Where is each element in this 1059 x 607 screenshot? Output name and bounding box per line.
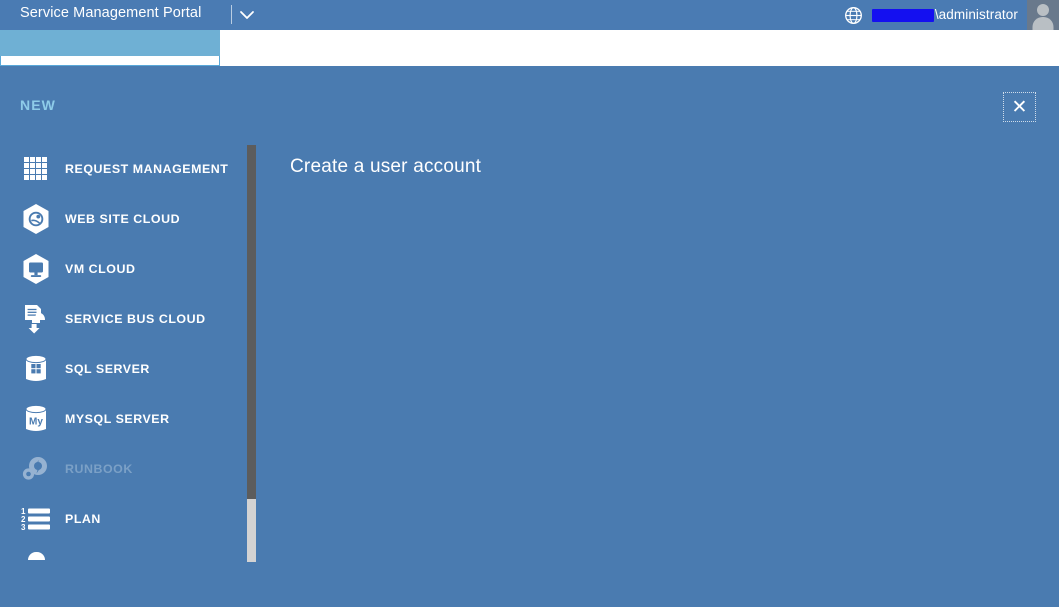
sql-server-icon [19, 352, 53, 386]
tab-strip [0, 30, 1059, 66]
service-bus-cloud-icon [19, 302, 53, 336]
sidebar-item-vm-cloud[interactable]: VM CLOUD [0, 244, 248, 294]
sidebar-item-plan[interactable]: 123 PLAN [0, 494, 248, 541]
sidebar-item-label: SERVICE BUS CLOUD [65, 312, 206, 326]
svg-text:My: My [29, 417, 43, 428]
sidebar-item-label: WEB SITE CLOUD [65, 212, 181, 226]
sidebar-item-sql-server[interactable]: SQL SERVER [0, 344, 248, 394]
sidebar-item-label: VM CLOUD [65, 262, 136, 276]
sidebar-item-partial-icon [28, 552, 45, 560]
avatar-head [1037, 4, 1049, 16]
topbar-right-group: \administrator [844, 0, 1059, 30]
close-icon: ✕ [1011, 96, 1028, 118]
top-bar: Service Management Portal \administrator [0, 0, 1059, 30]
active-tab[interactable] [0, 30, 220, 56]
sidebar-item-service-bus-cloud[interactable]: SERVICE BUS CLOUD [0, 294, 248, 344]
account-info[interactable]: \administrator [871, 0, 1018, 30]
app-root: Service Management Portal \administrator [0, 0, 1059, 607]
page-title: Create a user account [290, 156, 482, 177]
resource-type-list: REQUEST MANAGEMENT WEB SITE CLOUD VM CLO… [0, 80, 248, 541]
sidebar-item-runbook: RUNBOOK [0, 444, 248, 494]
sidebar-item-label: MYSQL SERVER [65, 412, 170, 426]
sidebar-item-label: PLAN [65, 512, 101, 526]
svg-text:3: 3 [21, 523, 26, 532]
redacted-domain-name [871, 8, 934, 22]
avatar-body [1032, 17, 1054, 30]
web-site-cloud-icon [19, 202, 53, 236]
sidebar-item-label: RUNBOOK [65, 462, 133, 476]
mysql-server-icon: My [19, 402, 53, 436]
chevron-down-icon[interactable] [236, 4, 258, 26]
user-avatar-icon[interactable] [1027, 0, 1059, 30]
active-tab-underline [0, 56, 220, 66]
topbar-divider [231, 5, 232, 24]
account-name: \administrator [934, 7, 1018, 22]
sidebar-item-label: SQL SERVER [65, 362, 150, 376]
close-button[interactable]: ✕ [1003, 92, 1036, 122]
globe-icon[interactable] [844, 6, 863, 25]
grid-icon [19, 152, 53, 186]
runbook-gear-icon [19, 452, 53, 486]
sidebar-scrollbar-track[interactable] [247, 145, 256, 562]
sidebar-item-request-management[interactable]: REQUEST MANAGEMENT [0, 144, 248, 194]
app-title: Service Management Portal [20, 5, 202, 21]
vm-cloud-icon [19, 252, 53, 286]
sidebar-item-label: REQUEST MANAGEMENT [65, 162, 229, 176]
numbered-list-icon: 123 [19, 502, 53, 536]
sidebar-scrollbar-thumb[interactable] [247, 499, 256, 562]
sidebar-item-mysql-server[interactable]: My MYSQL SERVER [0, 394, 248, 444]
sidebar-item-web-site-cloud[interactable]: WEB SITE CLOUD [0, 194, 248, 244]
